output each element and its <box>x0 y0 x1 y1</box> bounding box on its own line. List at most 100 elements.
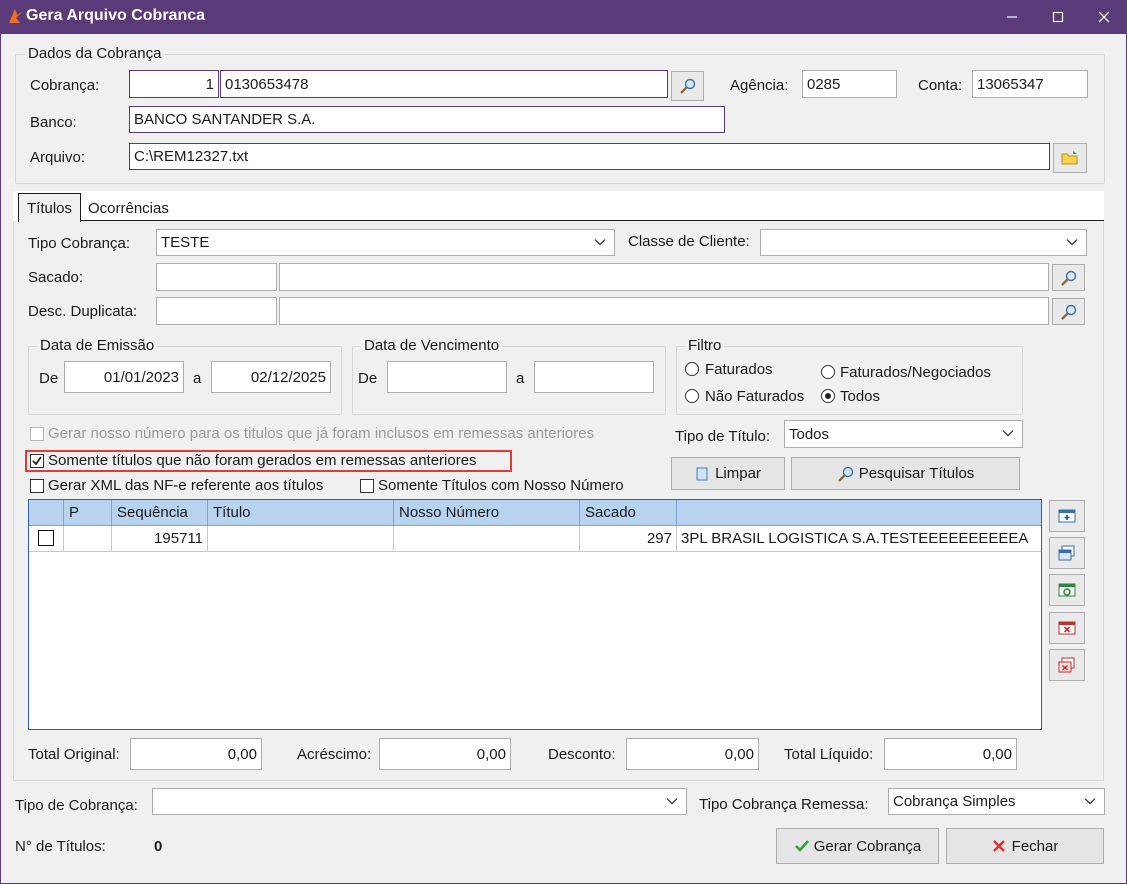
titulos-grid[interactable]: P Sequência Título Nosso Número Sacado 1… <box>28 499 1042 730</box>
tab-strip-line <box>81 220 1104 221</box>
desc-duplicata-label: Desc. Duplicata: <box>28 303 138 320</box>
close-icon <box>1098 11 1110 23</box>
tipo-titulo-select[interactable]: Todos <box>784 420 1023 448</box>
tipo-remessa-select[interactable]: Cobrança Simples <box>888 788 1105 815</box>
emissao-ate-field[interactable]: 02/12/2025 <box>211 361 331 393</box>
vencimento-de-label: De <box>358 370 378 387</box>
chk-somente-nao-gerados-label[interactable]: Somente títulos que não foram gerados em… <box>48 452 477 469</box>
delete-row-button[interactable] <box>1049 612 1085 644</box>
radio-faturados[interactable] <box>685 362 699 376</box>
radio-faturados-label[interactable]: Faturados <box>705 361 773 378</box>
chk-gerar-nosso-numero-label[interactable]: Gerar nosso número para os titulos que j… <box>48 425 594 442</box>
radio-faturados-negociados-label[interactable]: Faturados/Negociados <box>840 364 991 381</box>
chk-gerar-xml[interactable] <box>30 479 44 493</box>
cobranca-code-field[interactable]: 0130653478 <box>220 70 668 98</box>
dados-cobranca-legend: Dados da Cobrança <box>25 45 165 62</box>
col-titulo[interactable]: Título <box>208 500 394 526</box>
desconto-field: 0,00 <box>626 738 759 770</box>
chevron-down-icon <box>594 238 606 245</box>
sacado-label: Sacado: <box>28 269 84 286</box>
desc-duplicata-code-field[interactable] <box>156 297 277 325</box>
tab-ocorrencias[interactable]: Ocorrências <box>88 200 169 217</box>
acrescimo-field: 0,00 <box>379 738 511 770</box>
banco-field[interactable]: BANCO SANTANDER S.A. <box>129 106 725 133</box>
refresh-rows-button[interactable] <box>1049 574 1085 606</box>
add-row-button[interactable] <box>1049 500 1085 532</box>
radio-nao-faturados-label[interactable]: Não Faturados <box>705 388 804 405</box>
classe-cliente-select[interactable] <box>760 229 1087 256</box>
num-titulos-value: 0 <box>154 838 163 855</box>
footer-tipo-cobranca-label: Tipo de Cobrança: <box>15 797 138 814</box>
radio-todos-label[interactable]: Todos <box>840 388 880 405</box>
col-select <box>29 500 64 526</box>
col-p[interactable]: P <box>64 500 112 526</box>
delete-all-icon <box>1058 657 1075 673</box>
search-sacado-button[interactable] <box>1052 264 1085 291</box>
maximize-button[interactable] <box>1035 0 1081 34</box>
maximize-icon <box>1052 11 1064 23</box>
cell-sacado-codigo: 297 <box>580 526 677 552</box>
row-select-cell[interactable] <box>29 526 64 552</box>
cell-sequencia: 195711 <box>112 526 208 552</box>
cell-p <box>64 526 112 552</box>
vencimento-de-field[interactable] <box>387 361 507 393</box>
chk-gerar-nosso-numero[interactable] <box>30 427 44 441</box>
desc-duplicata-field[interactable] <box>279 297 1049 325</box>
row-checkbox[interactable] <box>38 530 54 546</box>
tipo-cobranca-label: Tipo Cobrança: <box>28 235 130 252</box>
chk-somente-nosso-numero-label[interactable]: Somente Títulos com Nosso Número <box>378 477 624 494</box>
col-sequencia[interactable]: Sequência <box>112 500 208 526</box>
close-icon <box>992 840 1005 852</box>
chk-somente-nosso-numero[interactable] <box>360 479 374 493</box>
cobranca-number-field[interactable]: 1 <box>129 70 219 98</box>
cobranca-label: Cobrança: <box>30 77 100 94</box>
folder-open-icon <box>1061 151 1078 165</box>
vencimento-ate-field[interactable] <box>534 361 654 393</box>
conta-field[interactable]: 13065347 <box>972 70 1088 98</box>
chk-somente-nao-gerados[interactable] <box>30 454 44 468</box>
chevron-down-icon <box>1002 430 1014 437</box>
cell-sacado-nome: 3PL BRASIL LOGISTICA S.A.TESTEEEEEEEEEEA <box>677 526 1041 552</box>
sacado-code-field[interactable] <box>156 263 277 291</box>
chk-gerar-xml-label[interactable]: Gerar XML das NF-e referente aos títulos <box>48 477 323 494</box>
delete-row-icon <box>1058 621 1076 635</box>
col-nosso-numero[interactable]: Nosso Número <box>394 500 580 526</box>
minimize-button[interactable] <box>989 0 1035 34</box>
radio-faturados-negociados[interactable] <box>821 365 835 379</box>
total-liquido-label: Total Líquido: <box>784 746 874 763</box>
add-row-icon <box>1058 509 1076 523</box>
minimize-icon <box>1007 16 1017 18</box>
grid-header: P Sequência Título Nosso Número Sacado <box>29 500 1041 526</box>
pesquisar-titulos-button[interactable]: Pesquisar Títulos <box>791 457 1020 490</box>
delete-all-rows-button[interactable] <box>1049 649 1085 681</box>
search-cobranca-button[interactable] <box>671 71 704 101</box>
agencia-field[interactable]: 0285 <box>802 70 897 98</box>
chevron-down-icon <box>666 797 678 804</box>
app-logo-icon <box>9 9 23 23</box>
tab-titulos[interactable]: Títulos <box>18 193 81 222</box>
acrescimo-label: Acréscimo: <box>297 746 372 763</box>
limpar-button[interactable]: Limpar <box>671 457 785 490</box>
emissao-de-field[interactable]: 01/01/2023 <box>64 361 184 393</box>
desconto-label: Desconto: <box>548 746 616 763</box>
close-window-button[interactable] <box>1081 0 1127 34</box>
browse-file-button[interactable] <box>1053 143 1087 173</box>
cell-titulo <box>208 526 394 552</box>
arquivo-label: Arquivo: <box>30 149 86 166</box>
gerar-cobranca-button[interactable]: Gerar Cobrança <box>776 828 939 864</box>
copy-table-icon <box>1058 545 1075 561</box>
chevron-down-icon <box>1066 238 1078 245</box>
banco-label: Banco: <box>30 114 77 131</box>
footer-tipo-cobranca-select[interactable] <box>152 788 687 815</box>
tipo-cobranca-select[interactable]: TESTE <box>156 229 615 256</box>
title-bar: Gera Arquivo Cobranca <box>0 0 1127 34</box>
copy-rows-button[interactable] <box>1049 537 1085 569</box>
arquivo-field[interactable]: C:\REM12327.txt <box>129 143 1050 170</box>
radio-nao-faturados[interactable] <box>685 389 699 403</box>
radio-todos[interactable] <box>821 389 835 403</box>
sacado-name-field[interactable] <box>279 263 1049 291</box>
search-duplicata-button[interactable] <box>1052 298 1085 325</box>
fechar-button[interactable]: Fechar <box>946 828 1104 864</box>
data-vencimento-legend: Data de Vencimento <box>361 337 503 354</box>
col-sacado[interactable]: Sacado <box>580 500 677 526</box>
